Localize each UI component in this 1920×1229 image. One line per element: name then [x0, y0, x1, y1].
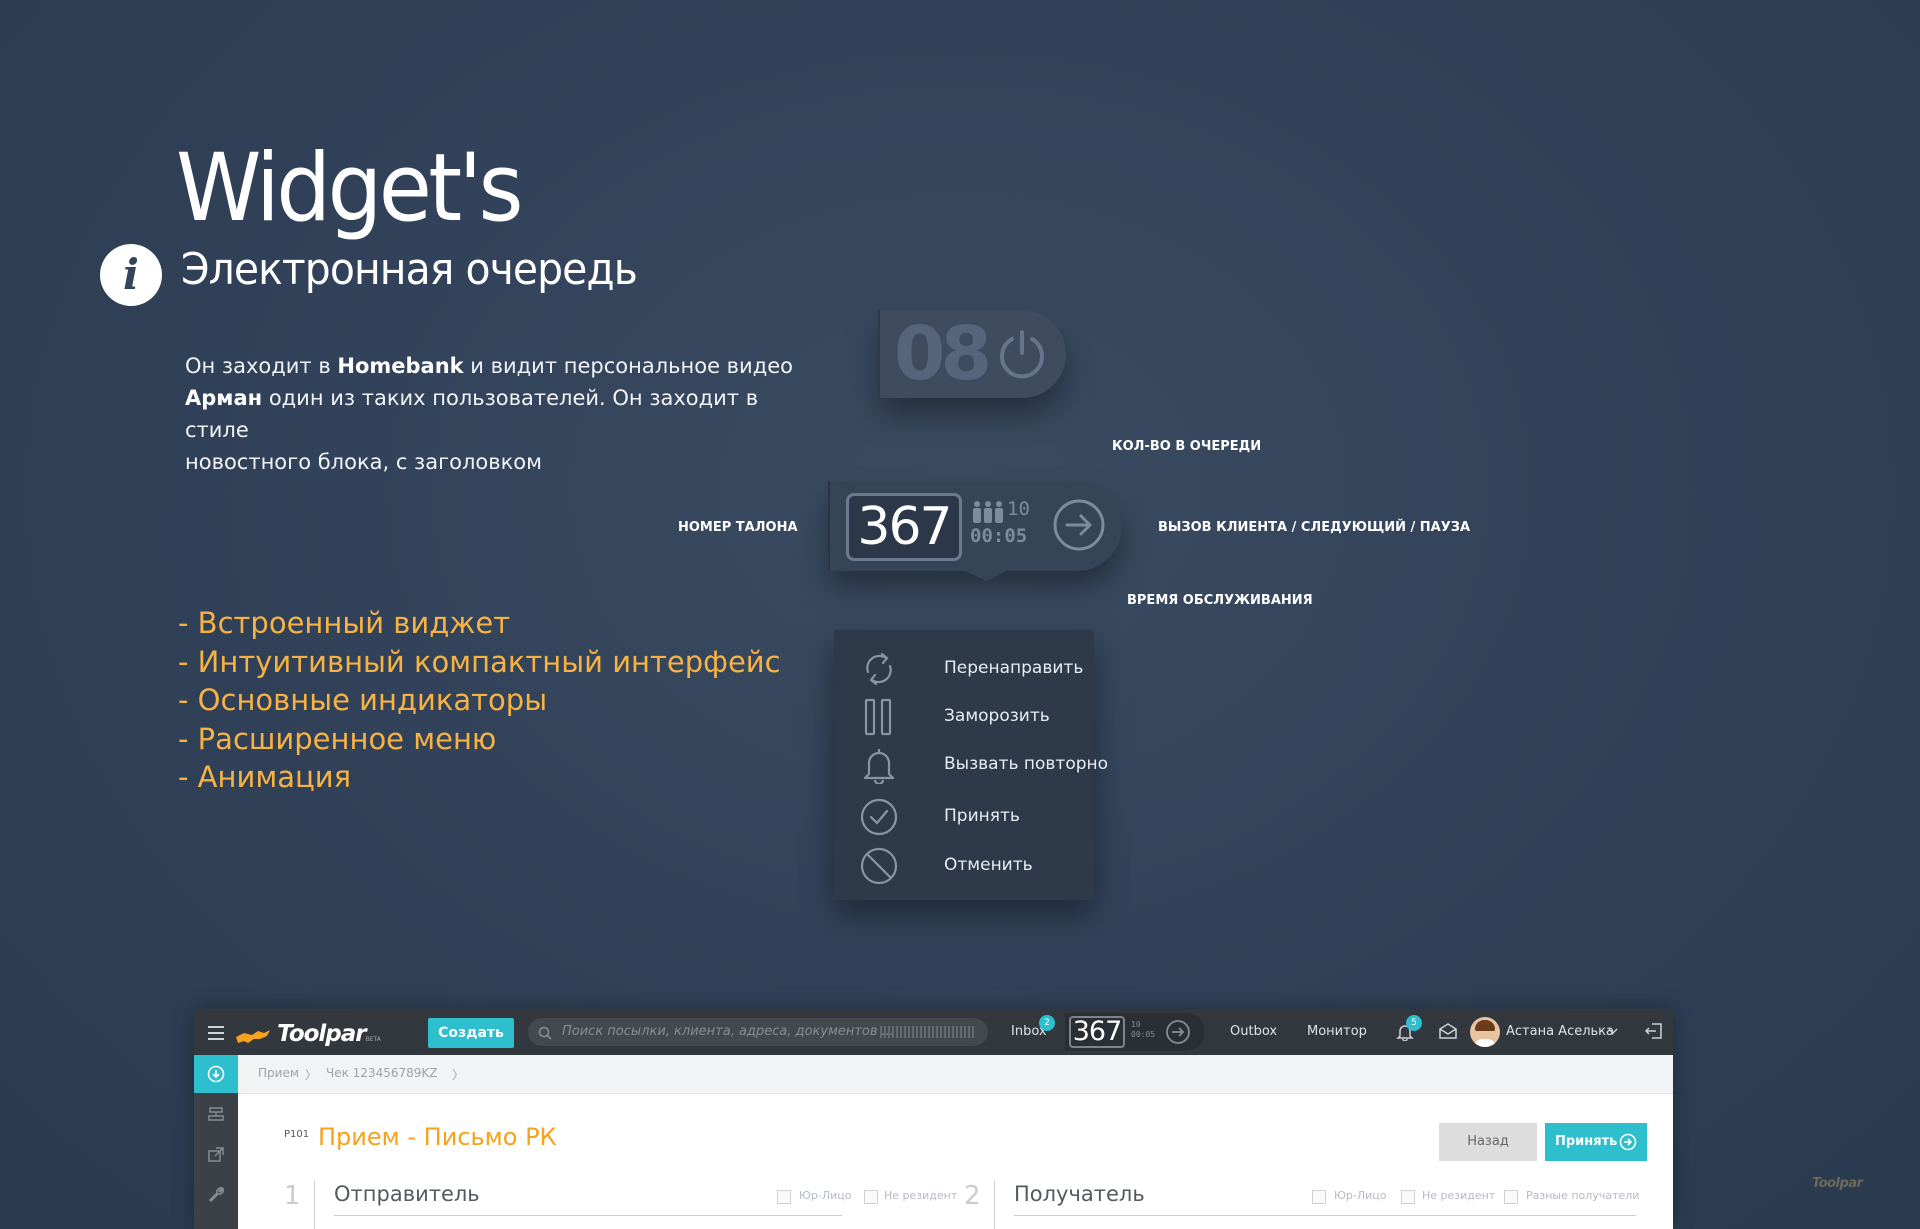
user-name: Астана Аселька: [1506, 1024, 1615, 1039]
feature-item: - Основные индикаторы: [178, 683, 548, 717]
step-number: 1: [284, 1181, 301, 1211]
monitor-link[interactable]: Монитор: [1307, 1024, 1367, 1039]
queue-count: 10: [1007, 498, 1030, 520]
service-time: 00:05: [970, 525, 1028, 547]
breadcrumb-item[interactable]: Прием: [258, 1066, 299, 1080]
outbox-link[interactable]: Outbox: [1230, 1024, 1277, 1039]
mail-icon[interactable]: [1438, 1022, 1458, 1044]
share-icon[interactable]: [207, 1145, 225, 1163]
mini-stats: 10 00:05: [1131, 1020, 1156, 1039]
menu-item-recall[interactable]: Вызвать повторно: [860, 746, 1108, 786]
chevron-right-icon: 〉: [305, 1068, 318, 1082]
divider: [1014, 1215, 1636, 1216]
arrow-right-icon[interactable]: [1052, 498, 1106, 556]
app-header: ToolparBETA Создать Поиск посылки, клиен…: [194, 1009, 1673, 1055]
menu-item-cancel[interactable]: Отменить: [860, 847, 1090, 887]
power-icon[interactable]: [995, 327, 1049, 385]
queue-widget[interactable]: 367 10 00:05: [828, 481, 1122, 581]
checkbox-nonresident[interactable]: [1401, 1190, 1415, 1204]
pause-icon: [860, 698, 898, 736]
checkbox-multiple-recipients[interactable]: [1504, 1190, 1518, 1204]
checkbox-nonresident[interactable]: [864, 1190, 878, 1204]
breadcrumb-item[interactable]: Чек 123456789KZ: [326, 1066, 437, 1080]
callout-queue-count: КОЛ-ВО В ОЧЕРЕДИ: [1112, 439, 1262, 454]
menu-item-label: Перенаправить: [944, 658, 1084, 678]
search-placeholder: Поиск посылки, клиента, адреса, документ…: [562, 1024, 895, 1039]
people-icon: [972, 501, 1004, 527]
divider: [334, 1215, 842, 1216]
arrow-right-icon: [1619, 1133, 1637, 1151]
barcode-icon[interactable]: [880, 1026, 976, 1038]
ticket-number[interactable]: 367: [846, 493, 962, 561]
divider: [314, 1181, 315, 1229]
menu-item-freeze[interactable]: Заморозить: [860, 698, 1090, 738]
download-icon: [207, 1065, 225, 1083]
redirect-icon: [860, 650, 898, 688]
form-title: Прием - Письмо РК: [318, 1123, 557, 1151]
menu-item-label: Заморозить: [944, 706, 1050, 726]
check-icon: [860, 798, 898, 836]
bell-icon: [860, 746, 898, 786]
divider: [994, 1181, 995, 1229]
create-button[interactable]: Создать: [428, 1018, 514, 1048]
arrow-right-icon[interactable]: [1165, 1019, 1191, 1049]
sidebar-item-receive[interactable]: [194, 1055, 247, 1093]
stamp-icon[interactable]: [207, 1105, 225, 1123]
mini-ticket-number: 367: [1069, 1016, 1125, 1048]
feature-list: - Встроенный виджет - Интуитивный компак…: [178, 604, 781, 797]
menu-item-label: Отменить: [944, 855, 1033, 875]
cancel-icon: [860, 847, 898, 885]
queue-actions-menu: Перенаправить Заморозить Вызвать повторн…: [834, 630, 1108, 900]
back-button[interactable]: Назад: [1439, 1123, 1537, 1161]
queue-widget-compact[interactable]: 08: [878, 310, 1066, 398]
checkbox-label: Разные получатели: [1526, 1189, 1640, 1202]
avatar: [1470, 1017, 1500, 1047]
step-number: 2: [964, 1181, 981, 1211]
callout-ticket-number: НОМЕР ТАЛОНА: [678, 520, 798, 535]
menu-item-label: Вызвать повторно: [944, 754, 1109, 774]
chevron-right-icon: 〉: [452, 1068, 465, 1082]
chevron-down-icon: [1608, 1028, 1618, 1035]
callout-service-time: ВРЕМЯ ОБСЛУЖИВАНИЯ: [1127, 593, 1313, 608]
checkbox-label: Юр-Лицо: [799, 1189, 852, 1202]
menu-item-accept[interactable]: Принять: [860, 798, 1090, 838]
app-sidebar: [194, 1055, 247, 1229]
queue-widget-mini[interactable]: 367 10 00:05: [1065, 1013, 1205, 1051]
menu-icon[interactable]: [208, 1025, 224, 1044]
horse-icon: [236, 1029, 270, 1043]
feature-item: - Интуитивный компактный интерфейс: [178, 644, 781, 679]
menu-item-label: Принять: [944, 806, 1020, 826]
app-window: ToolparBETA Создать Поиск посылки, клиен…: [194, 1009, 1673, 1229]
section-recipient-title: Получатель: [1014, 1182, 1145, 1206]
checkbox-legal-entity[interactable]: [1312, 1190, 1326, 1204]
widget-small-number: 08: [894, 311, 992, 397]
feature-item: - Расширенное меню: [178, 721, 497, 756]
checkbox-legal-entity[interactable]: [777, 1190, 791, 1204]
section-sender-title: Отправитель: [334, 1182, 480, 1206]
search-input[interactable]: Поиск посылки, клиента, адреса, документ…: [528, 1018, 988, 1046]
breadcrumb: Прием 〉 Чек 123456789KZ 〉: [238, 1055, 1673, 1094]
search-icon: [538, 1025, 552, 1044]
menu-item-redirect[interactable]: Перенаправить: [860, 650, 1090, 690]
checkbox-label: Не резидент: [1422, 1189, 1496, 1202]
page-subtitle: Электронная очередь: [181, 244, 638, 295]
page-title: Widget's: [176, 134, 524, 243]
checkbox-label: Юр-Лицо: [1334, 1189, 1387, 1202]
description: Он заходит в Homebank и видит персональн…: [185, 354, 793, 474]
callout-call-client: ВЫЗОВ КЛИЕНТА / СЛЕДУЮЩИЙ / ПАУЗА: [1158, 520, 1471, 535]
form-code: P101: [284, 1129, 310, 1140]
feature-item: - Встроенный виджет: [178, 606, 511, 640]
logout-icon[interactable]: [1644, 1022, 1663, 1044]
info-icon: i: [100, 244, 162, 306]
accept-button[interactable]: Принять: [1545, 1123, 1647, 1161]
feature-item: - Анимация: [178, 760, 352, 794]
wrench-icon[interactable]: [207, 1185, 225, 1203]
notifications-badge: 5: [1406, 1015, 1422, 1031]
watermark-logo: Toolpar: [1812, 1176, 1863, 1191]
inbox-badge: 2: [1039, 1015, 1055, 1031]
logo[interactable]: ToolparBETA: [234, 1021, 381, 1047]
checkbox-label: Не резидент: [884, 1189, 958, 1202]
